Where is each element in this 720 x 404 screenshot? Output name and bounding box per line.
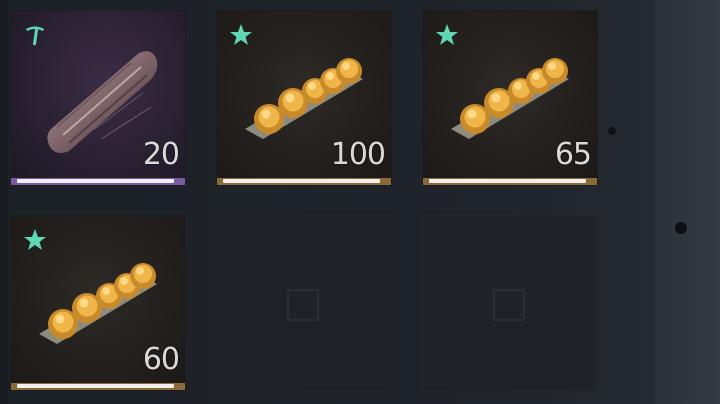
bread-roll	[336, 58, 362, 84]
durability-bar	[423, 178, 597, 185]
item-count: 60	[142, 342, 180, 377]
durability-fill	[429, 179, 586, 183]
bread-roll	[130, 263, 156, 289]
inventory-frame-edge	[0, 0, 8, 404]
bread-roll	[542, 58, 568, 84]
item-count: 20	[142, 137, 180, 172]
star-icon	[24, 229, 46, 250]
inventory-slot-bread[interactable]: 100	[216, 10, 392, 186]
inventory-slot-bread[interactable]: 65	[422, 10, 598, 186]
empty-slot-marker	[287, 289, 319, 321]
side-panel	[608, 0, 720, 404]
inventory-screen: 20 100 65 60	[0, 0, 720, 404]
inventory-slot-empty[interactable]	[422, 215, 598, 391]
durability-fill	[17, 179, 174, 183]
pickaxe-icon	[26, 26, 44, 46]
durability-bar	[11, 178, 185, 185]
panel-mark	[608, 127, 616, 135]
star-icon	[230, 24, 252, 45]
durability-bar	[217, 178, 391, 185]
item-count: 100	[330, 137, 386, 172]
inventory-slot-wood[interactable]: 20	[10, 10, 186, 186]
panel-mark	[675, 222, 687, 234]
item-count: 65	[554, 137, 592, 172]
star-icon	[436, 24, 458, 45]
durability-fill	[17, 384, 174, 388]
durability-bar	[11, 383, 185, 390]
inventory-slot-empty[interactable]	[216, 215, 392, 391]
durability-fill	[223, 179, 380, 183]
empty-slot-marker	[493, 289, 525, 321]
inventory-slot-bread[interactable]: 60	[10, 215, 186, 391]
